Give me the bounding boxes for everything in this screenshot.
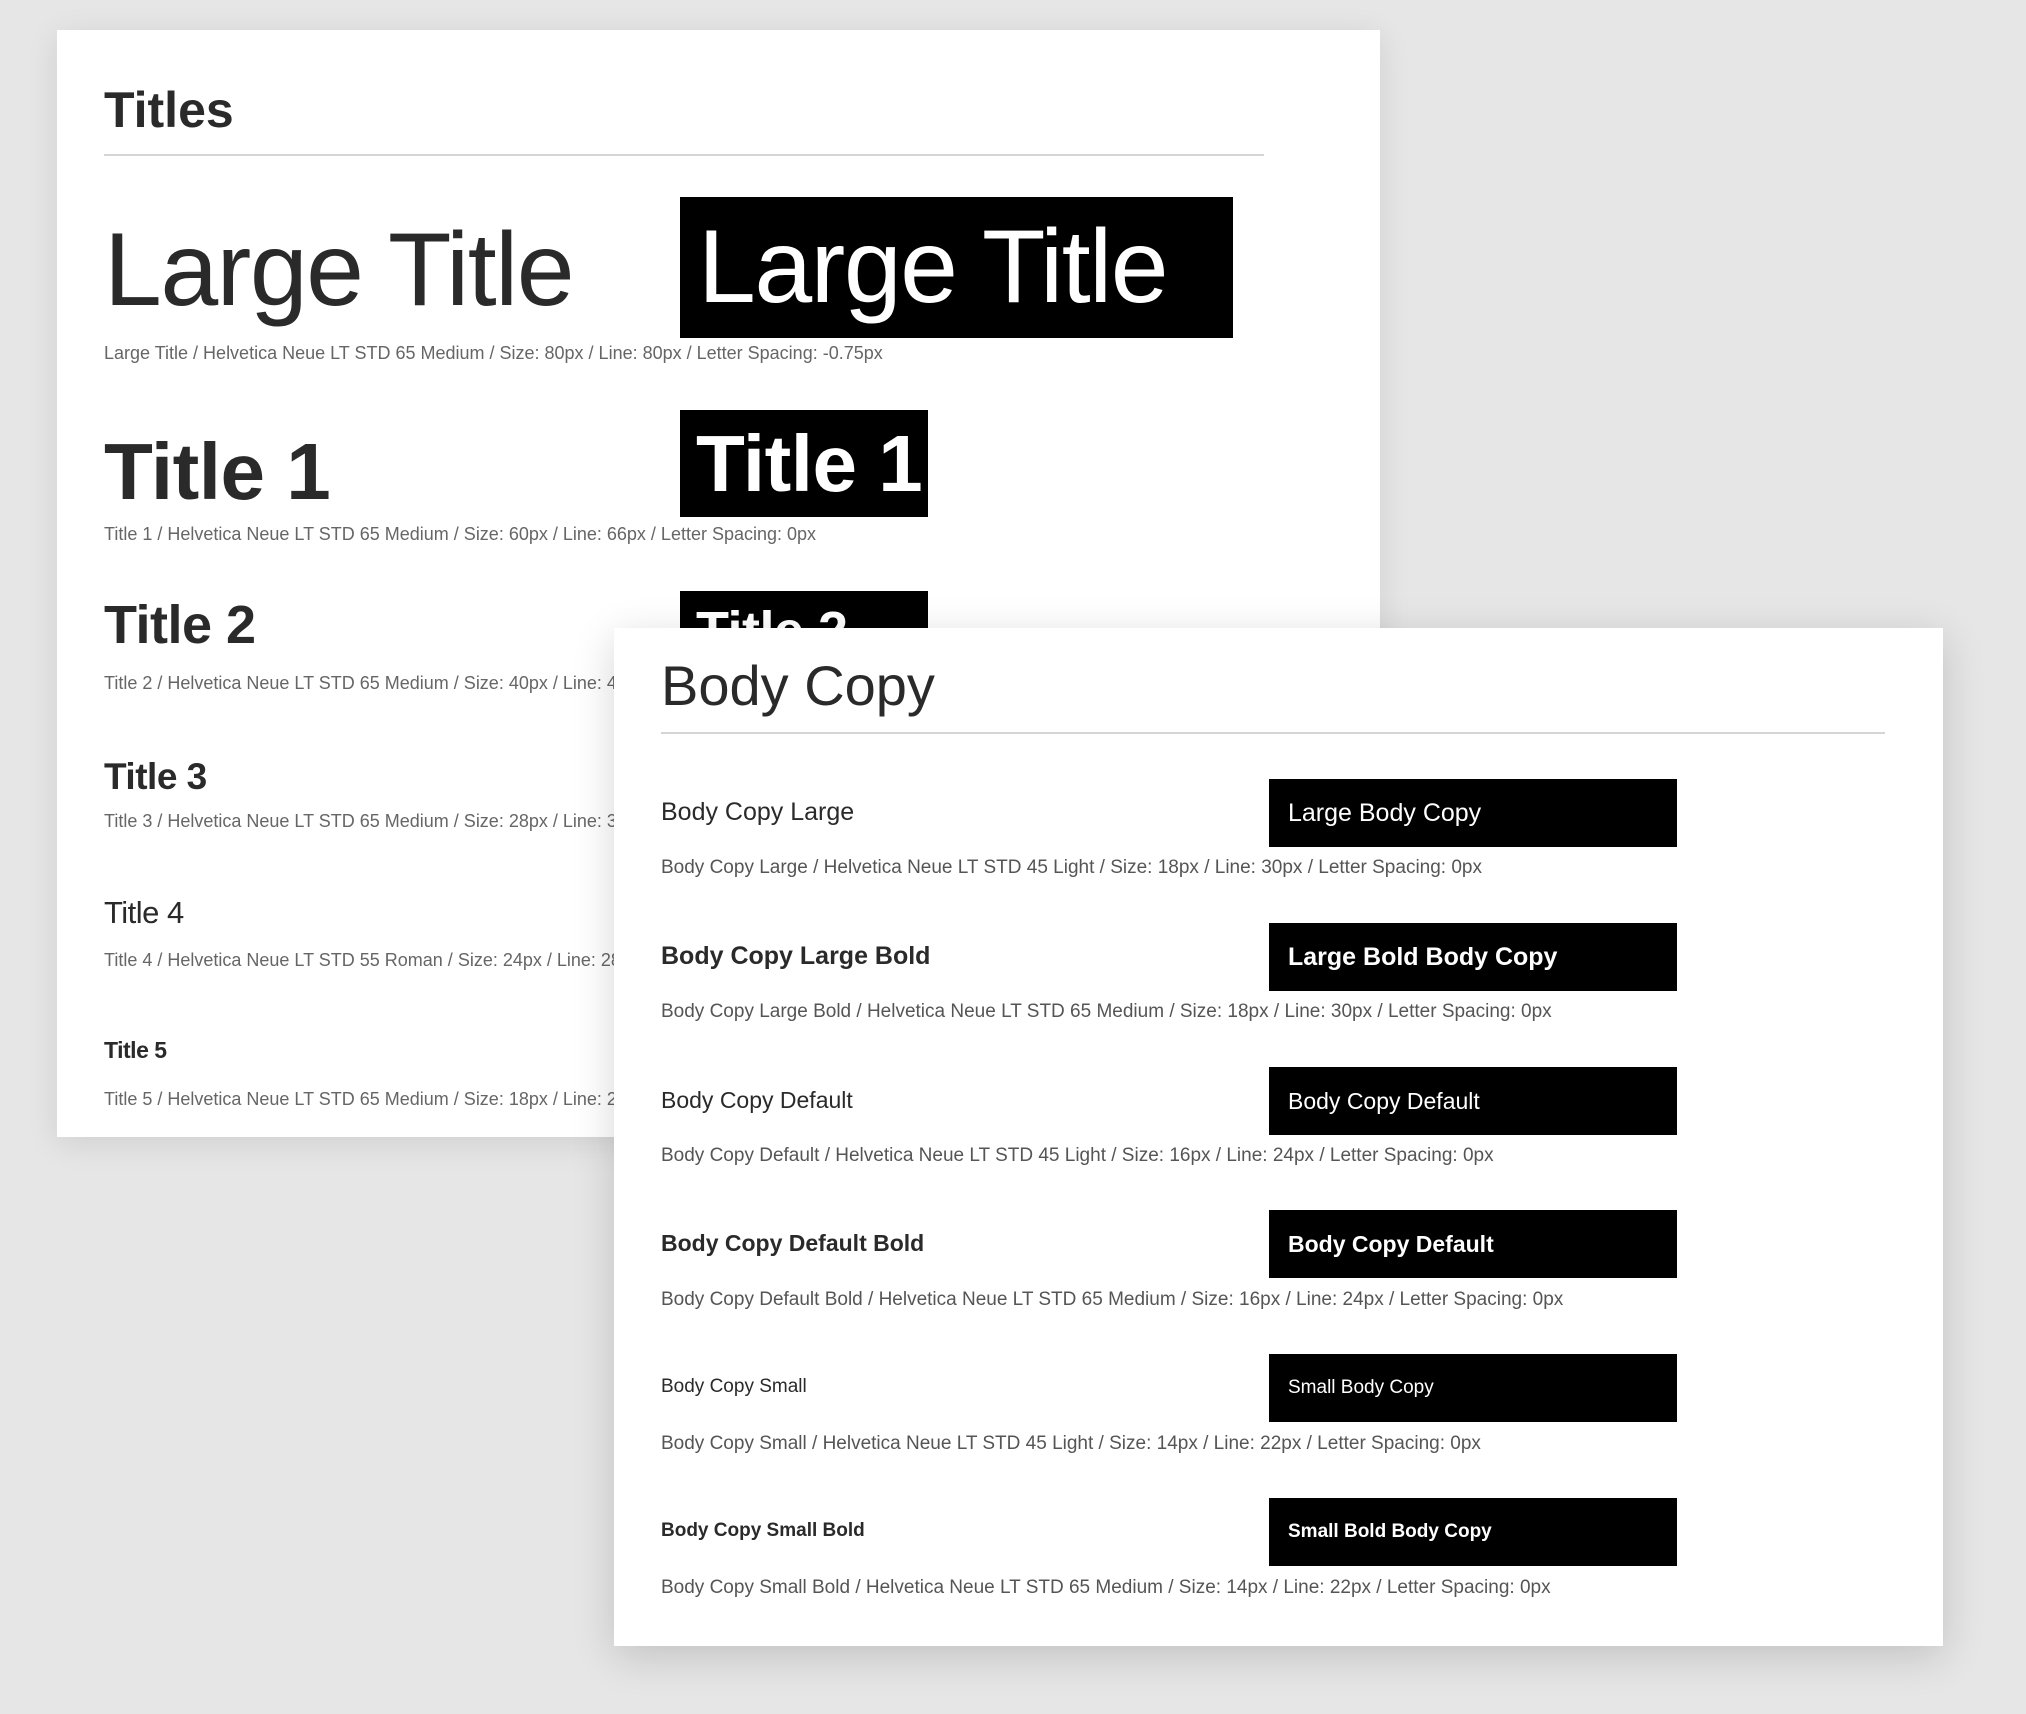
title-3-spec-caption: Title 3 / Helvetica Neue LT STD 65 Mediu… bbox=[104, 811, 617, 831]
title-4-spec-caption: Title 4 / Helvetica Neue LT STD 55 Roman… bbox=[104, 950, 621, 970]
titles-heading: Titles bbox=[104, 82, 234, 138]
body-copy-small-inverse-sample: Small Body Copy bbox=[1269, 1354, 1677, 1422]
large-title-sample: Large Title bbox=[104, 212, 575, 328]
titles-divider bbox=[104, 154, 1264, 156]
body-copy-large-bold-sample: Body Copy Large Bold bbox=[661, 942, 931, 970]
body-copy-large-sample: Body Copy Large bbox=[661, 798, 855, 826]
body-copy-divider bbox=[661, 732, 1885, 734]
title-1-spec-caption: Title 1 / Helvetica Neue LT STD 65 Mediu… bbox=[104, 524, 817, 544]
title-3-sample: Title 3 bbox=[104, 756, 207, 797]
body-copy-default-sample: Body Copy Default bbox=[661, 1087, 853, 1113]
body-copy-small-bold-sample: Body Copy Small Bold bbox=[661, 1520, 865, 1541]
title-4-sample: Title 4 bbox=[104, 895, 184, 930]
body-copy-small-sample: Body Copy Small bbox=[661, 1376, 807, 1397]
body-copy-default-spec-caption: Body Copy Default / Helvetica Neue LT ST… bbox=[661, 1145, 1494, 1166]
large-title-spec-caption: Large Title / Helvetica Neue LT STD 65 M… bbox=[104, 343, 883, 363]
body-copy-large-bold-inverse-sample: Large Bold Body Copy bbox=[1269, 923, 1677, 991]
body-copy-default-bold-spec-caption: Body Copy Default Bold / Helvetica Neue … bbox=[661, 1289, 1564, 1310]
title-1-sample: Title 1 bbox=[104, 427, 331, 516]
title-1-inverse-sample: Title 1 bbox=[680, 410, 928, 517]
large-title-inverse-sample: Large Title bbox=[680, 197, 1233, 338]
body-copy-default-bold-sample: Body Copy Default Bold bbox=[661, 1230, 925, 1256]
body-copy-small-bold-spec-caption: Body Copy Small Bold / Helvetica Neue LT… bbox=[661, 1577, 1551, 1598]
body-copy-heading: Body Copy bbox=[661, 654, 935, 717]
title-2-sample: Title 2 bbox=[104, 595, 256, 655]
body-copy-large-spec-caption: Body Copy Large / Helvetica Neue LT STD … bbox=[661, 857, 1482, 878]
body-copy-default-bold-inverse-sample: Body Copy Default bbox=[1269, 1210, 1677, 1278]
body-copy-large-bold-spec-caption: Body Copy Large Bold / Helvetica Neue LT… bbox=[661, 1001, 1552, 1022]
title-2-spec-caption: Title 2 / Helvetica Neue LT STD 65 Mediu… bbox=[104, 673, 617, 693]
title-5-spec-caption: Title 5 / Helvetica Neue LT STD 65 Mediu… bbox=[104, 1089, 617, 1109]
title-5-sample: Title 5 bbox=[104, 1037, 167, 1063]
body-copy-card: Body Copy Body Copy Large Large Body Cop… bbox=[614, 628, 1943, 1646]
body-copy-large-inverse-sample: Large Body Copy bbox=[1269, 779, 1677, 847]
body-copy-default-inverse-sample: Body Copy Default bbox=[1269, 1067, 1677, 1135]
body-copy-small-spec-caption: Body Copy Small / Helvetica Neue LT STD … bbox=[661, 1433, 1481, 1454]
body-copy-small-bold-inverse-sample: Small Bold Body Copy bbox=[1269, 1498, 1677, 1566]
